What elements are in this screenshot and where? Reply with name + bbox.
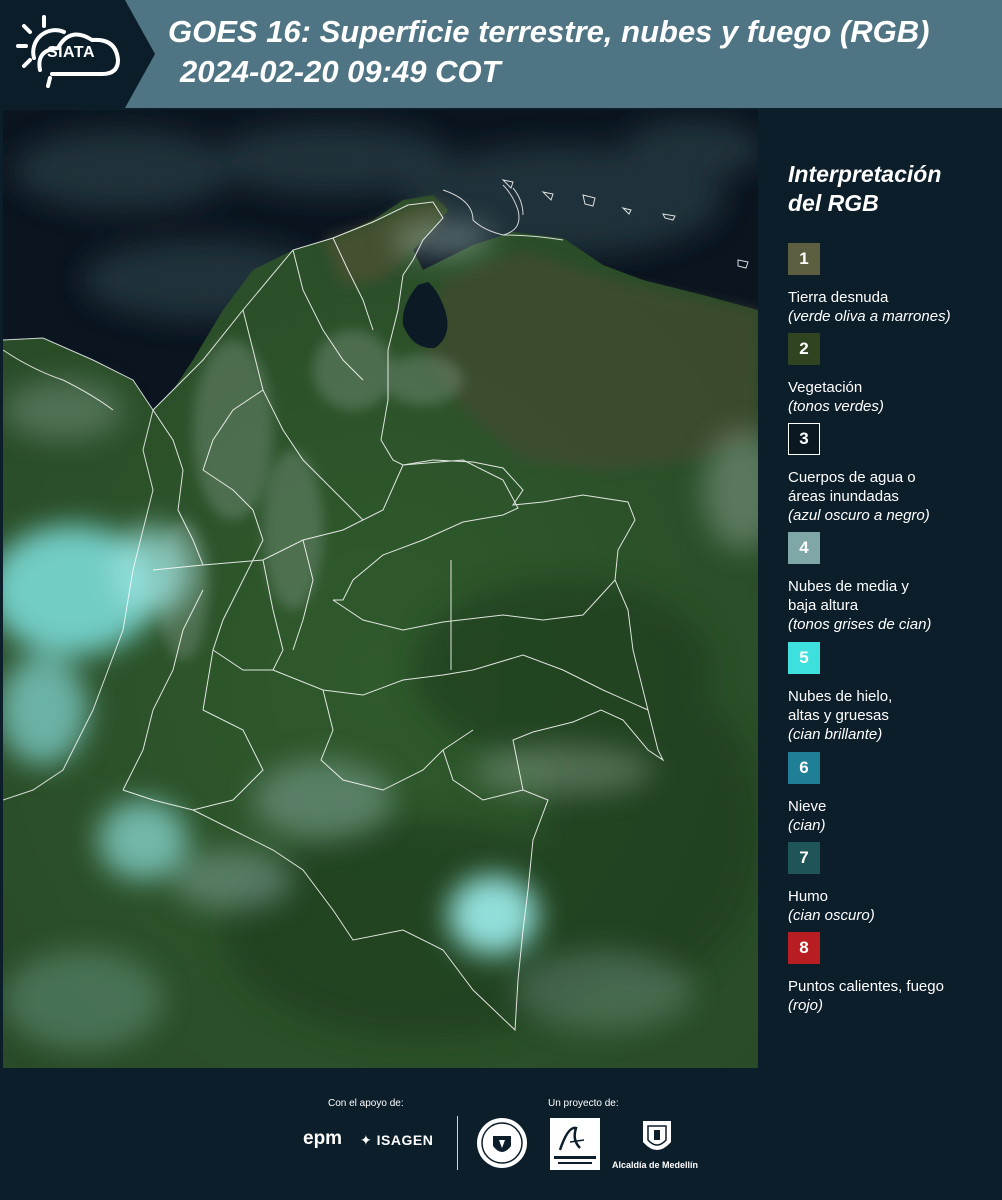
legend-label: Puntos calientes, fuego (788, 978, 944, 995)
footer: Con el apoyo de: Un proyecto de: epm ✦ I… (0, 1070, 1002, 1200)
legend-label: Nubes de hielo, altas y gruesas (788, 688, 893, 724)
legend-swatch: 5 (788, 642, 820, 674)
legend-swatch: 4 (788, 532, 820, 564)
legend-item-6: 6 Nieve (cian) (788, 752, 998, 835)
university-seal-icon (477, 1118, 527, 1168)
legend-swatch: 7 (788, 842, 820, 874)
epm-logo: epm (303, 1128, 343, 1149)
area-metropolitana-logo (550, 1118, 600, 1170)
legend-note: (azul oscuro a negro) (788, 507, 930, 524)
legend-item-1: 1 Tierra desnuda (verde oliva a marrones… (788, 243, 998, 326)
legend: Interpretación del RGB 1 Tierra desnuda … (788, 160, 998, 1014)
legend-swatch: 2 (788, 333, 820, 365)
support-label: Con el apoyo de: (328, 1098, 404, 1109)
legend-title-line1: Interpretación (788, 161, 942, 187)
legend-note: (tonos verdes) (788, 398, 884, 415)
legend-label: Tierra desnuda (788, 289, 889, 306)
legend-swatch: 8 (788, 932, 820, 964)
satellite-map (3, 110, 758, 1068)
alcaldia-label: Alcaldía de Medellín (612, 1160, 699, 1170)
legend-item-7: 7 Humo (cian oscuro) (788, 842, 998, 925)
legend-title: Interpretación del RGB (788, 160, 998, 218)
legend-note: (cian brillante) (788, 726, 883, 743)
legend-note: (tonos grises de cian) (788, 616, 932, 633)
legend-item-8: 8 Puntos calientes, fuego (rojo) (788, 932, 998, 1015)
legend-note: (verde oliva a marrones) (788, 308, 951, 325)
legend-note: (cian) (788, 817, 826, 834)
logo-text: SIATA (46, 44, 96, 61)
legend-item-4: 4 Nubes de media y baja altura (tonos gr… (788, 532, 998, 634)
siata-logo: SIATA (0, 0, 155, 108)
legend-swatch: 6 (788, 752, 820, 784)
legend-label: Humo (788, 888, 829, 905)
legend-note: (cian oscuro) (788, 907, 875, 924)
isagen-icon: ✦ (360, 1132, 373, 1148)
legend-label: Vegetación (788, 379, 863, 396)
legend-swatch: 1 (788, 243, 820, 275)
project-label: Un proyecto de: (548, 1098, 619, 1109)
footer-divider (457, 1116, 458, 1170)
legend-item-5: 5 Nubes de hielo, altas y gruesas (cian … (788, 642, 998, 744)
legend-label: Nubes de media y baja altura (788, 578, 909, 614)
medellin-shield-icon (643, 1121, 671, 1150)
page-timestamp: 2024-02-20 09:49 COT (180, 54, 501, 89)
legend-title-line2: del RGB (788, 190, 879, 216)
header-bar: SIATA GOES 16: Superficie terrestre, nub… (0, 0, 1002, 108)
page-title: GOES 16: Superficie terrestre, nubes y f… (168, 14, 930, 49)
legend-item-2: 2 Vegetación (tonos verdes) (788, 333, 998, 416)
legend-label: Cuerpos de agua o áreas inundadas (788, 469, 916, 505)
legend-item-3: 3 Cuerpos de agua o áreas inundadas (azu… (788, 423, 998, 525)
isagen-text: ISAGEN (376, 1132, 434, 1148)
legend-label: Nieve (788, 798, 827, 815)
isagen-logo: ✦ ISAGEN (360, 1132, 433, 1149)
legend-note: (rojo) (788, 997, 824, 1014)
legend-swatch: 3 (788, 423, 820, 455)
